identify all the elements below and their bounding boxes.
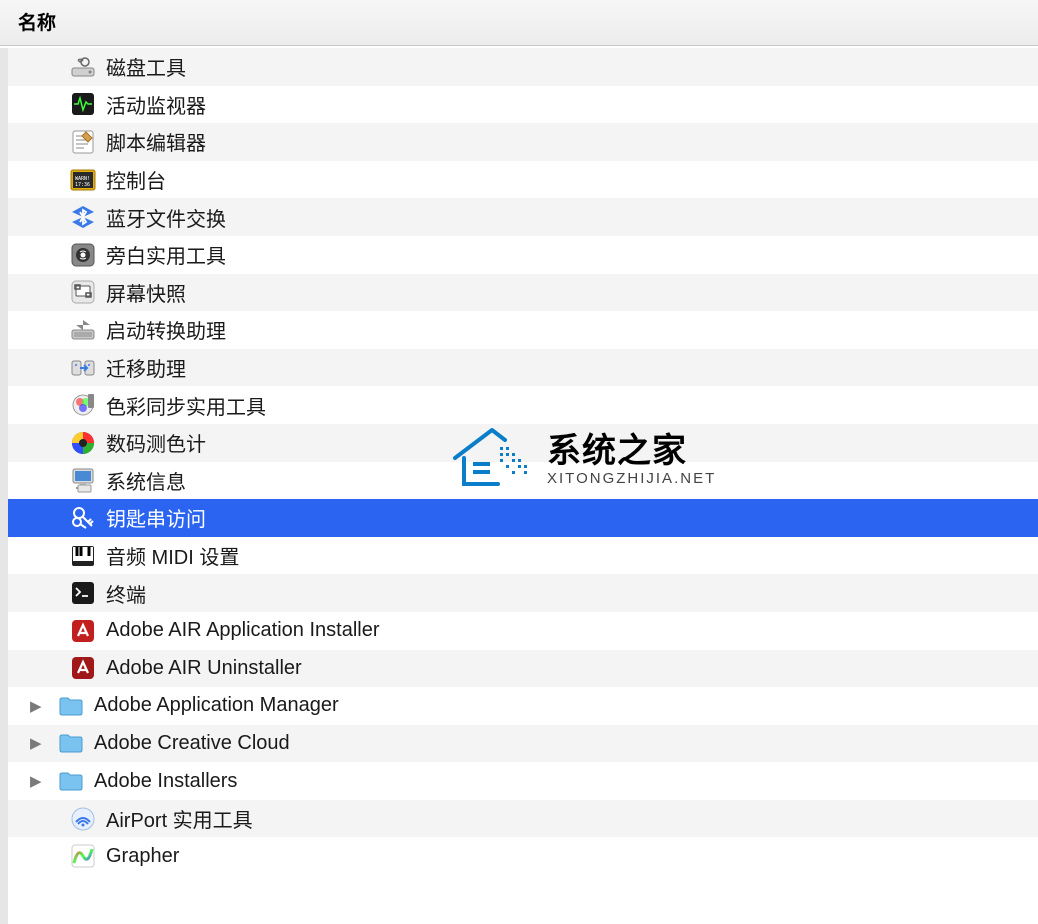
screenshot-icon (70, 279, 96, 305)
list-item[interactable]: ▶旁白实用工具 (8, 236, 1038, 274)
list-item[interactable]: ▶系统信息 (8, 462, 1038, 500)
folder-icon (58, 730, 84, 756)
folder-icon (58, 768, 84, 794)
item-label: 磁盘工具 (106, 52, 186, 81)
list-item[interactable]: ▶WARN!17:36控制台 (8, 161, 1038, 199)
list-item[interactable]: ▶启动转换助理 (8, 311, 1038, 349)
item-label: 数码测色计 (106, 428, 206, 457)
file-list: ▶磁盘工具▶活动监视器▶脚本编辑器▶WARN!17:36控制台▶蓝牙文件交换▶旁… (8, 48, 1038, 924)
list-item[interactable]: ▶ Adobe Application Manager (8, 687, 1038, 725)
item-label: 脚本编辑器 (106, 127, 206, 156)
list-item[interactable]: ▶ Adobe Installers (8, 762, 1038, 800)
airport-icon (70, 806, 96, 832)
item-label: Adobe AIR Uninstaller (106, 657, 302, 680)
column-header-name: 名称 (18, 13, 56, 34)
activity-monitor-icon (70, 91, 96, 117)
list-item[interactable]: ▶AirPort 实用工具 (8, 800, 1038, 838)
item-label: 蓝牙文件交换 (106, 203, 226, 232)
item-label: 旁白实用工具 (106, 240, 226, 269)
migration-icon (70, 355, 96, 381)
item-label: 音频 MIDI 设置 (106, 541, 239, 570)
item-label: 屏幕快照 (106, 278, 186, 307)
list-item[interactable]: ▶终端 (8, 574, 1038, 612)
list-item[interactable]: ▶钥匙串访问 (8, 499, 1038, 537)
grapher-icon (70, 843, 96, 869)
item-label: Grapher (106, 845, 179, 868)
item-label: Adobe Creative Cloud (94, 732, 290, 755)
disclosure-triangle-icon[interactable]: ▶ (30, 772, 58, 790)
list-item[interactable]: ▶数码测色计 (8, 424, 1038, 462)
digital-color-icon (70, 430, 96, 456)
item-label: Adobe Installers (94, 770, 237, 793)
item-label: 色彩同步实用工具 (106, 391, 266, 420)
svg-text:17:36: 17:36 (75, 182, 90, 188)
disclosure-triangle-icon[interactable]: ▶ (30, 734, 58, 752)
console-icon: WARN!17:36 (70, 167, 96, 193)
list-item[interactable]: ▶蓝牙文件交换 (8, 198, 1038, 236)
item-label: 钥匙串访问 (106, 503, 206, 532)
disclosure-triangle-icon[interactable]: ▶ (30, 697, 58, 715)
audio-midi-icon (70, 543, 96, 569)
item-label: Adobe Application Manager (94, 694, 339, 717)
item-label: 活动监视器 (106, 90, 206, 119)
adobe-air-un-icon (70, 655, 96, 681)
item-label: Adobe AIR Application Installer (106, 619, 380, 642)
system-info-icon (70, 467, 96, 493)
colorsync-icon (70, 392, 96, 418)
left-margin (0, 48, 8, 924)
list-item[interactable]: ▶屏幕快照 (8, 274, 1038, 312)
list-item[interactable]: ▶音频 MIDI 设置 (8, 537, 1038, 575)
column-header[interactable]: 名称 (0, 0, 1038, 46)
bluetooth-icon (70, 204, 96, 230)
list-item[interactable]: ▶脚本编辑器 (8, 123, 1038, 161)
terminal-icon (70, 580, 96, 606)
voiceover-icon (70, 242, 96, 268)
bootcamp-icon (70, 317, 96, 343)
folder-icon (58, 693, 84, 719)
list-item[interactable]: ▶活动监视器 (8, 86, 1038, 124)
item-label: 启动转换助理 (106, 315, 226, 344)
disk-utility-icon (70, 54, 96, 80)
script-editor-icon (70, 129, 96, 155)
list-item[interactable]: ▶ Adobe Creative Cloud (8, 725, 1038, 763)
adobe-air-icon (70, 618, 96, 644)
list-item[interactable]: ▶迁移助理 (8, 349, 1038, 387)
item-label: AirPort 实用工具 (106, 804, 253, 833)
keychain-icon (70, 505, 96, 531)
item-label: 迁移助理 (106, 353, 186, 382)
list-item[interactable]: ▶磁盘工具 (8, 48, 1038, 86)
list-item[interactable]: ▶Adobe AIR Uninstaller (8, 650, 1038, 688)
list-item[interactable]: ▶Grapher (8, 837, 1038, 875)
item-label: 控制台 (106, 165, 166, 194)
list-item[interactable]: ▶Adobe AIR Application Installer (8, 612, 1038, 650)
item-label: 系统信息 (106, 466, 186, 495)
item-label: 终端 (106, 579, 146, 608)
list-item[interactable]: ▶色彩同步实用工具 (8, 386, 1038, 424)
